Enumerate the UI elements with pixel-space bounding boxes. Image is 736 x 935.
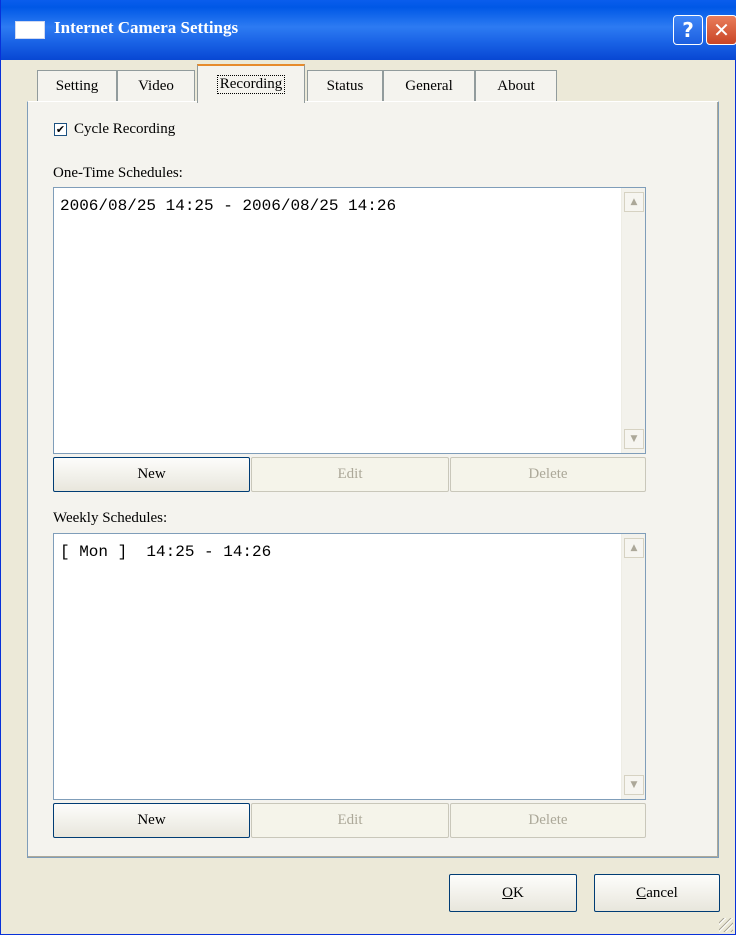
vertical-scrollbar[interactable]: ▲ ▼ bbox=[621, 188, 645, 453]
one-time-schedules-list[interactable]: 2006/08/25 14:25 - 2006/08/25 14:26 ▲ ▼ bbox=[53, 187, 646, 454]
title-bar[interactable]: Internet Camera Settings ? ✕ bbox=[1, 0, 736, 60]
window-title: Internet Camera Settings bbox=[54, 18, 239, 37]
cycle-recording-checkbox-row[interactable]: ✔ Cycle Recording bbox=[54, 121, 175, 138]
help-button[interactable]: ? bbox=[673, 15, 703, 45]
ok-button[interactable]: OK bbox=[449, 874, 577, 912]
resize-grip-icon[interactable] bbox=[719, 918, 733, 932]
weekly-schedules-list[interactable]: [ Mon ] 14:25 - 14:26 ▲ ▼ bbox=[53, 533, 646, 800]
cycle-recording-label: Cycle Recording bbox=[74, 121, 176, 137]
list-item[interactable]: [ Mon ] 14:25 - 14:26 bbox=[60, 543, 271, 561]
cancel-button[interactable]: Cancel bbox=[594, 874, 720, 912]
tab-recording[interactable]: Recording bbox=[197, 64, 305, 103]
weekly-new-button[interactable]: New bbox=[53, 803, 250, 838]
close-button[interactable]: ✕ bbox=[706, 15, 736, 45]
list-item[interactable]: 2006/08/25 14:25 - 2006/08/25 14:26 bbox=[60, 197, 396, 215]
app-icon bbox=[15, 21, 45, 39]
scroll-up-icon[interactable]: ▲ bbox=[624, 192, 644, 212]
one-time-edit-button[interactable]: Edit bbox=[251, 457, 449, 492]
one-time-schedules-label: One-Time Schedules: bbox=[53, 165, 183, 181]
weekly-delete-button[interactable]: Delete bbox=[450, 803, 646, 838]
scroll-up-icon[interactable]: ▲ bbox=[624, 538, 644, 558]
scroll-down-icon[interactable]: ▼ bbox=[624, 429, 644, 449]
tab-about[interactable]: About bbox=[475, 70, 557, 102]
tab-video[interactable]: Video bbox=[117, 70, 195, 102]
dialog-window: Internet Camera Settings ? ✕ Setting Vid… bbox=[0, 0, 736, 935]
tab-status[interactable]: Status bbox=[307, 70, 383, 102]
one-time-new-button[interactable]: New bbox=[53, 457, 250, 492]
weekly-schedules-label: Weekly Schedules: bbox=[53, 510, 168, 526]
vertical-scrollbar[interactable]: ▲ ▼ bbox=[621, 534, 645, 799]
cycle-recording-checkbox[interactable]: ✔ bbox=[54, 123, 67, 136]
tab-setting[interactable]: Setting bbox=[37, 70, 117, 102]
weekly-edit-button[interactable]: Edit bbox=[251, 803, 449, 838]
scroll-down-icon[interactable]: ▼ bbox=[624, 775, 644, 795]
one-time-delete-button[interactable]: Delete bbox=[450, 457, 646, 492]
tab-general[interactable]: General bbox=[383, 70, 475, 102]
